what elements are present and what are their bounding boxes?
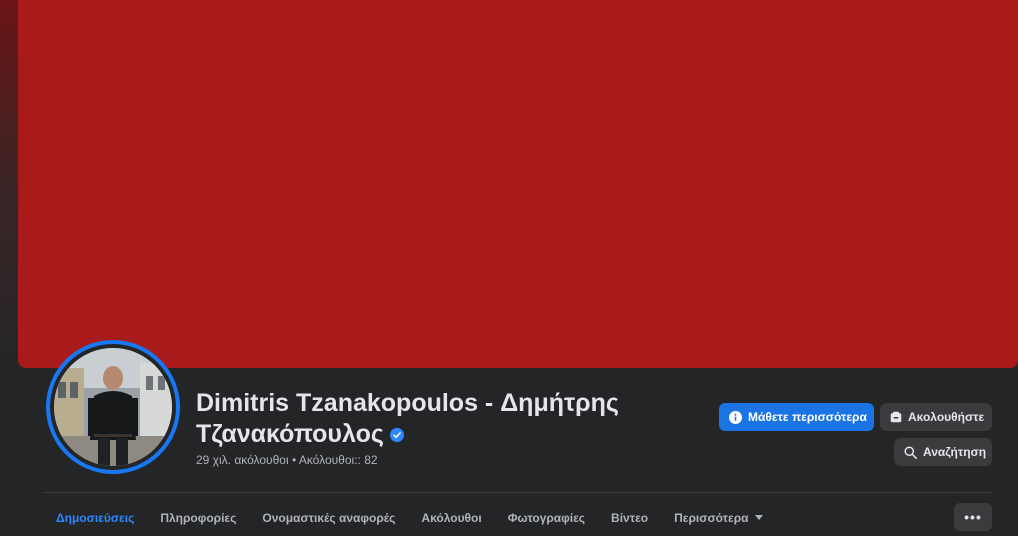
tab-videos[interactable]: Βίντεο [598, 500, 661, 536]
follow-icon [890, 411, 902, 423]
learn-more-button[interactable]: Μάθετε περισσότερα [719, 403, 874, 431]
tab-about[interactable]: Πληροφορίες [147, 500, 249, 536]
profile-page: Dimitris Tzanakopoulos - Δημήτρης Τζανακ… [0, 0, 1018, 536]
learn-more-label: Μάθετε περισσότερα [748, 410, 867, 424]
follow-label: Ακολουθήστε [908, 410, 985, 424]
tab-posts[interactable]: Δημοσιεύσεις [43, 500, 147, 536]
tab-followers[interactable]: Ακόλουθοι [408, 500, 494, 536]
follower-stats[interactable]: 29 χιλ. ακόλουθοι • Ακόλουθοι:: 82 [196, 453, 378, 467]
tab-photos-label: Φωτογραφίες [507, 511, 586, 525]
profile-picture-ring[interactable] [46, 340, 180, 474]
tab-about-label: Πληροφορίες [160, 511, 237, 525]
tab-followers-label: Ακόλουθοι [421, 511, 482, 525]
tab-mentions-label: Ονομαστικές αναφορές [262, 511, 396, 525]
page-title-line2: Τζανακόπουλος [196, 420, 384, 448]
search-label: Αναζήτηση [923, 445, 987, 459]
tab-photos[interactable]: Φωτογραφίες [495, 500, 598, 536]
header-divider [43, 492, 992, 493]
left-edge-shade [0, 0, 18, 536]
info-icon [729, 410, 742, 424]
verified-badge-icon [389, 428, 404, 443]
profile-tabs: Δημοσιεύσεις Πληροφορίες Ονομαστικές ανα… [43, 500, 776, 536]
tab-more-label: Περισσότερα [674, 511, 749, 525]
page-title: Dimitris Tzanakopoulos - Δημήτρης Τζανακ… [196, 388, 696, 450]
search-button[interactable]: Αναζήτηση [894, 438, 992, 466]
caret-down-icon [754, 515, 763, 520]
tab-mentions[interactable]: Ονομαστικές αναφορές [249, 500, 408, 536]
search-icon [904, 445, 917, 459]
follow-button[interactable]: Ακολουθήστε [880, 403, 992, 431]
page-title-line1: Dimitris Tzanakopoulos - Δημήτρης [196, 389, 619, 417]
profile-picture-frame [50, 344, 176, 470]
profile-picture[interactable] [54, 348, 172, 466]
tab-videos-label: Βίντεο [611, 511, 649, 525]
cover-photo[interactable] [18, 0, 1018, 368]
more-options-icon: ••• [964, 509, 982, 525]
tab-more[interactable]: Περισσότερα [661, 500, 775, 536]
more-options-button[interactable]: ••• [954, 503, 992, 531]
tab-posts-label: Δημοσιεύσεις [56, 511, 135, 525]
